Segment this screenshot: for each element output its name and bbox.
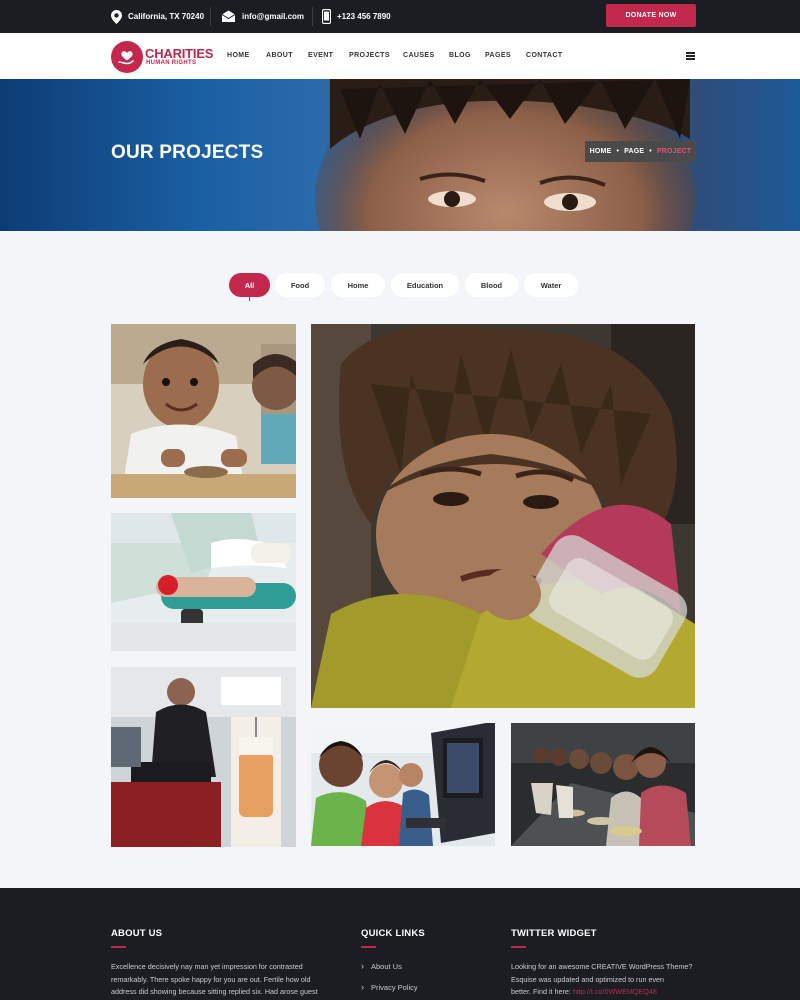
filter-home[interactable]: Home (331, 273, 385, 297)
logo-icon[interactable] (111, 41, 143, 73)
phone-icon (322, 9, 331, 24)
phone-text: +123 456 7890 (337, 12, 391, 21)
footer-about-title: ABOUT US (111, 928, 163, 939)
blood-drive-photo[interactable] (111, 667, 296, 847)
filter-education[interactable]: Education (391, 273, 459, 297)
divider (210, 7, 211, 26)
location-pin-icon (111, 9, 122, 24)
nav-about[interactable]: ABOUT (266, 52, 293, 59)
active-filter-indicator (249, 296, 250, 301)
footer-link-privacy[interactable]: › Privacy Policy (361, 982, 418, 992)
brand-tagline: HUMAN RIGHTS (146, 60, 197, 66)
address-text: California, TX 70240 (128, 12, 205, 21)
footer-twitter-title: TWITTER WIDGET (511, 928, 597, 939)
email-info[interactable]: info@gmail.com (221, 0, 304, 33)
footer-title-underline (511, 946, 526, 948)
envelope-icon (221, 10, 236, 22)
filter-water[interactable]: Water (524, 273, 578, 297)
children-eating-photo[interactable] (511, 723, 695, 846)
kids-computers-photo[interactable] (311, 723, 495, 846)
phone-info[interactable]: +123 456 7890 (322, 0, 391, 33)
footer-links-title: QUICK LINKS (361, 928, 425, 939)
nav-event[interactable]: EVENT (308, 52, 333, 59)
filter-blood[interactable]: Blood (465, 273, 518, 297)
chevron-right-icon: › (361, 961, 364, 971)
breadcrumb-separator: • (649, 148, 652, 155)
breadcrumb-current: PROJECT (656, 148, 692, 155)
footer-title-underline (361, 946, 376, 948)
twitter-link[interactable]: http://t.co/0WWEMQEQ48 (573, 987, 657, 996)
nav-projects[interactable]: PROJECTS (349, 52, 390, 59)
address-info: California, TX 70240 (111, 0, 204, 33)
footer-about-text: Excellence decisively nay man yet impres… (111, 962, 318, 996)
divider (312, 7, 313, 26)
menu-icon[interactable] (686, 52, 695, 60)
footer-twitter-text: Looking for an awesome CREATIVE WordPres… (511, 962, 693, 996)
heart-hand-icon (118, 51, 134, 65)
filter-food[interactable]: Food (275, 273, 325, 297)
email-text: info@gmail.com (242, 12, 305, 21)
breadcrumb-home[interactable]: HOME (590, 148, 612, 155)
filter-all[interactable]: All (229, 273, 270, 297)
breadcrumb-separator: • (616, 148, 620, 155)
nav-blog[interactable]: BLOG (449, 52, 471, 59)
breadcrumb: HOME • PAGE • PROJECT (585, 141, 696, 162)
nav-home[interactable]: HOME (227, 52, 250, 59)
brand-name[interactable]: CHARITIES (145, 46, 213, 61)
blood-donation-photo[interactable] (111, 513, 296, 651)
smiling-boy-photo[interactable] (111, 324, 296, 498)
chevron-right-icon: › (361, 982, 364, 992)
breadcrumb-page[interactable]: PAGE (624, 148, 644, 155)
footer-link-about[interactable]: › About Us (361, 961, 402, 971)
nav-contact[interactable]: CONTACT (526, 52, 563, 59)
footer-title-underline (111, 946, 126, 948)
page-title: OUR PROJECTS (111, 142, 264, 163)
donate-button[interactable]: DONATE NOW (606, 4, 696, 27)
crying-child-photo[interactable] (311, 324, 695, 708)
nav-causes[interactable]: CAUSES (403, 52, 435, 59)
nav-pages[interactable]: PAGES (485, 52, 511, 59)
